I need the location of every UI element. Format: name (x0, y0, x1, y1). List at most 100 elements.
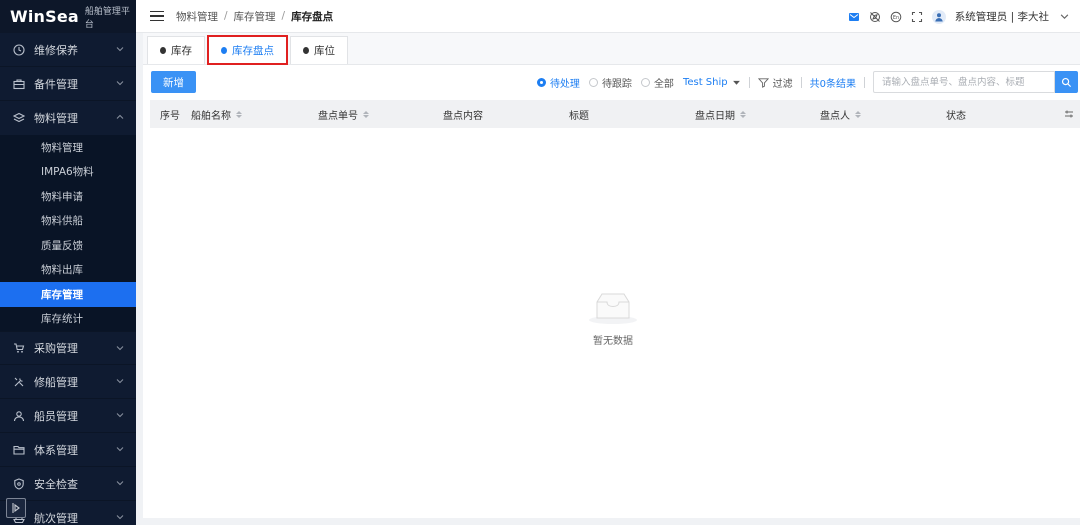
tab-dot-icon (303, 47, 309, 54)
tab-dot-icon (221, 47, 227, 54)
sidebar-item-label: 维修保养 (34, 43, 78, 57)
chevron-down-icon (116, 346, 124, 351)
column-header-counter[interactable]: 盘点人 (820, 100, 861, 128)
tab-inventory[interactable]: 库存 (147, 36, 205, 64)
radio-circle (588, 77, 598, 87)
breadcrumb-separator: / (224, 10, 228, 22)
tab-label: 库位 (314, 45, 335, 57)
clock-icon (12, 43, 26, 57)
top-header: 物料管理 / 库存管理 / 库存盘点 En 系统管理员 | 李大社 (136, 0, 1080, 33)
radio-pending[interactable]: 待处理 (536, 75, 580, 90)
layers-icon (12, 111, 26, 125)
ship-select[interactable]: Test Ship (683, 77, 741, 88)
breadcrumb: 物料管理 / 库存管理 / 库存盘点 (176, 9, 333, 24)
result-count: 共0条结果 (809, 78, 856, 90)
sidebar-item-label: 备件管理 (34, 77, 78, 91)
divider (748, 76, 750, 88)
column-settings-icon[interactable] (1064, 100, 1074, 128)
breadcrumb-item[interactable]: 库存管理 (234, 9, 276, 24)
cart-icon (12, 341, 26, 355)
sidebar-item-procurement[interactable]: 采购管理 (0, 331, 136, 365)
chevron-down-icon (116, 81, 124, 86)
radio-label: 待处理 (549, 78, 580, 90)
sort-icon[interactable] (740, 110, 746, 118)
sort-icon[interactable] (363, 110, 369, 118)
tab-inventory-count[interactable]: 库存盘点 (207, 35, 288, 65)
sidebar-subitem-material-management[interactable]: 物料管理 (0, 135, 136, 160)
sidebar-item-system[interactable]: 体系管理 (0, 433, 136, 467)
menu-toggle-icon[interactable] (150, 8, 164, 25)
column-header-title: 标题 (569, 100, 589, 128)
chevron-down-icon[interactable] (1058, 11, 1070, 23)
sidebar-subitem-material-outbound[interactable]: 物料出库 (0, 258, 136, 283)
breadcrumb-item[interactable]: 物料管理 (176, 9, 218, 24)
compass-off-icon[interactable] (869, 11, 881, 23)
search-button[interactable] (1055, 71, 1078, 93)
main-content: 库存 库存盘点 库位 新增 待处理 待跟踪 全部 Test Ship 过滤 共0… (143, 33, 1080, 518)
svg-text:En: En (893, 15, 899, 21)
radio-circle (640, 77, 650, 87)
sidebar-item-crew[interactable]: 船员管理 (0, 399, 136, 433)
search-icon (1061, 77, 1072, 87)
chevron-down-icon (116, 447, 124, 452)
column-label: 船舶名称 (191, 110, 231, 122)
search-input[interactable] (873, 71, 1055, 93)
column-header-ship-name[interactable]: 船舶名称 (191, 100, 242, 128)
sort-icon[interactable] (236, 110, 242, 118)
sidebar-item-spare-parts[interactable]: 备件管理 (0, 67, 136, 101)
column-label: 盘点单号 (318, 110, 358, 122)
radio-tracking[interactable]: 待跟踪 (588, 75, 632, 90)
column-header-count-content: 盘点内容 (443, 100, 483, 128)
sidebar-subitem-material-request[interactable]: 物料申请 (0, 184, 136, 209)
sidebar-item-ship-repair[interactable]: 修船管理 (0, 365, 136, 399)
sidebar-subitem-inventory-statistics[interactable]: 库存统计 (0, 307, 136, 332)
sidebar-subitem-inventory-management[interactable]: 库存管理 (0, 282, 136, 307)
sidebar-collapse-button[interactable] (6, 498, 26, 518)
sidebar-item-label: 修船管理 (34, 375, 78, 389)
column-label: 盘点内容 (443, 110, 483, 122)
chevron-down-icon (116, 481, 124, 486)
chevron-down-icon (116, 413, 124, 418)
chevron-down-icon (116, 379, 124, 384)
header-actions: En 系统管理员 | 李大社 (848, 0, 1070, 33)
chevron-down-icon (116, 515, 124, 520)
user-name[interactable]: 系统管理员 | 李大社 (955, 9, 1049, 24)
caret-down-icon (732, 80, 740, 85)
column-label: 序号 (160, 110, 180, 122)
folder-icon (12, 443, 26, 457)
tab-label: 库存盘点 (232, 45, 274, 57)
radio-circle (536, 77, 546, 87)
add-button[interactable]: 新增 (151, 71, 196, 93)
column-header-count-no[interactable]: 盘点单号 (318, 100, 369, 128)
sidebar-item-materials[interactable]: 物料管理 (0, 101, 136, 135)
user-icon (12, 409, 26, 423)
mail-icon[interactable] (848, 11, 860, 23)
sidebar-item-label: 物料管理 (34, 112, 78, 125)
filter-label: 过滤 (772, 78, 793, 90)
brand: WinSea 船舶管理平台 (0, 0, 136, 33)
divider (800, 76, 802, 88)
tab-storage-location[interactable]: 库位 (290, 36, 348, 64)
table-header: 序号 船舶名称 盘点单号 盘点内容 标题 盘点日期 盘点人 状态 (150, 100, 1080, 128)
column-header-index: 序号 (160, 100, 180, 128)
tab-dot-icon (160, 47, 166, 54)
filter-button[interactable]: 过滤 (757, 75, 793, 90)
language-icon[interactable]: En (890, 11, 902, 23)
sidebar-subitem-impa6[interactable]: IMPA6物料 (0, 160, 136, 185)
sidebar-item-maintenance[interactable]: 维修保养 (0, 33, 136, 67)
filter-icon (757, 77, 769, 88)
radio-label: 全部 (653, 78, 674, 90)
sidebar-subitem-quality-feedback[interactable]: 质量反馈 (0, 233, 136, 258)
radio-all[interactable]: 全部 (640, 75, 674, 90)
sidebar-item-label: 船员管理 (34, 409, 78, 423)
sidebar-item-safety[interactable]: 安全检查 (0, 467, 136, 501)
column-label: 盘点日期 (695, 110, 735, 122)
column-header-count-date[interactable]: 盘点日期 (695, 100, 746, 128)
toolbar: 新增 待处理 待跟踪 全部 Test Ship 过滤 共0条结果 请输入盘点单号… (143, 65, 1080, 99)
sidebar-subitem-material-supply[interactable]: 物料供船 (0, 209, 136, 234)
sort-icon[interactable] (855, 110, 861, 118)
breadcrumb-separator: / (281, 10, 286, 22)
avatar[interactable] (931, 9, 946, 24)
tools-icon (12, 375, 26, 389)
fullscreen-icon[interactable] (911, 11, 923, 23)
